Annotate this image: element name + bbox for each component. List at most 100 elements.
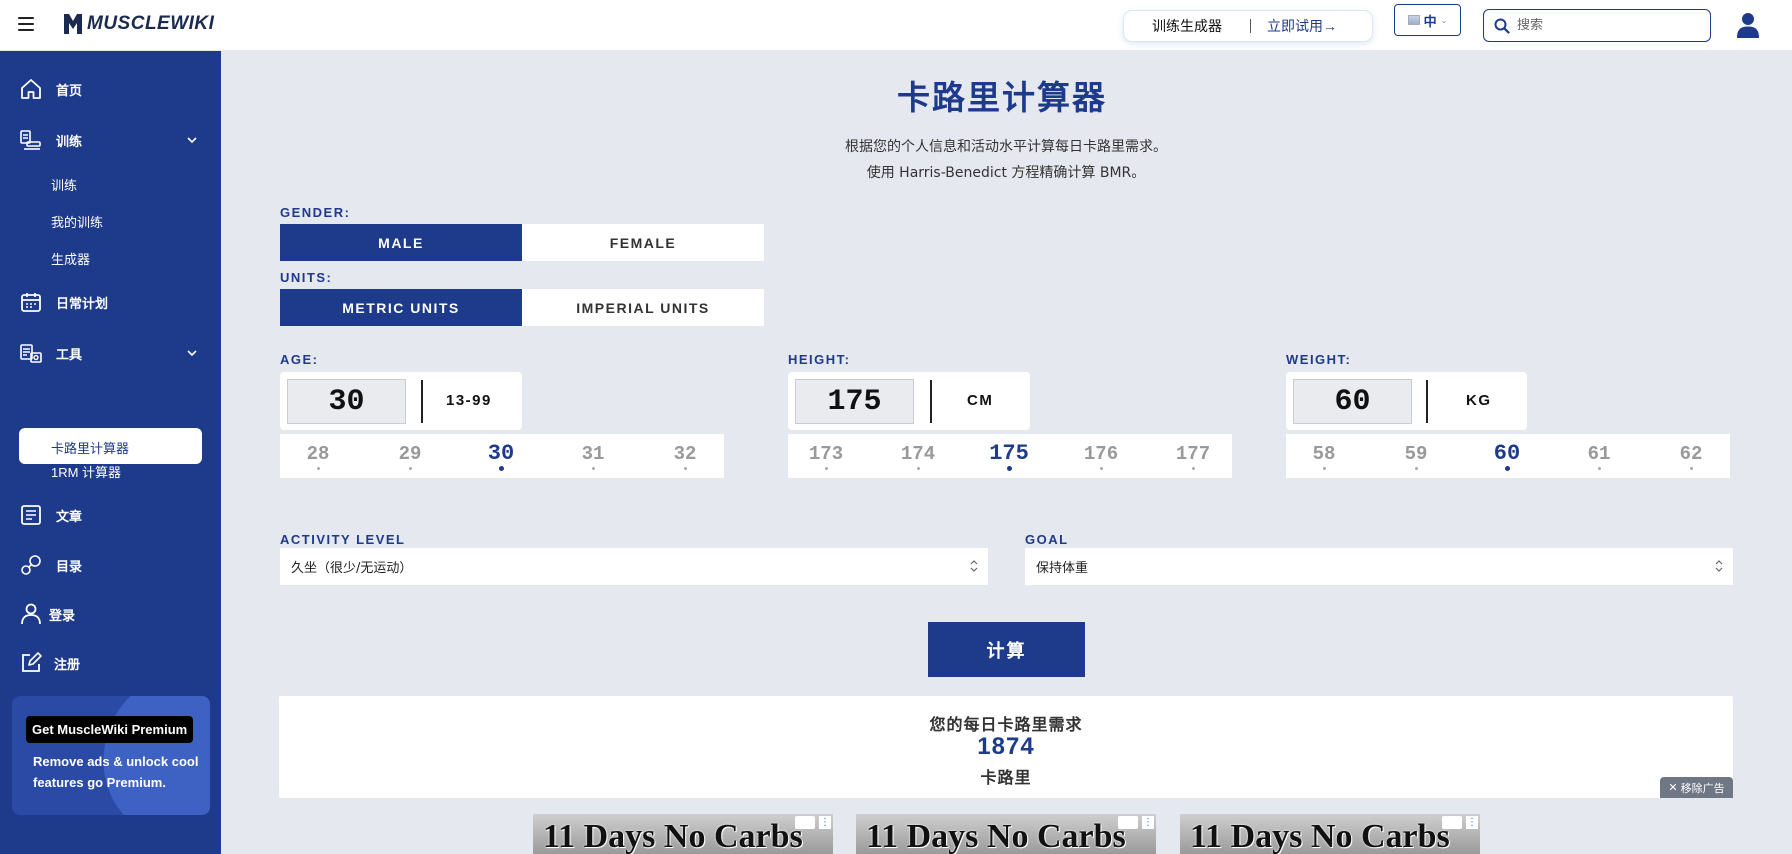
sidebar-subitem-1rm-calculator[interactable]: 1RM 计算器 bbox=[51, 462, 121, 481]
ad-banner[interactable]: 11 Days No Carbs ⋮ bbox=[533, 814, 833, 854]
more-options-icon[interactable]: ⋮ bbox=[1142, 816, 1154, 829]
calculate-button[interactable]: 计算 bbox=[928, 622, 1085, 677]
activity-level-select[interactable]: 久坐（很少/无运动） bbox=[280, 548, 988, 585]
select-arrows-icon bbox=[970, 560, 978, 572]
gender-female-button[interactable]: FEMALE bbox=[522, 224, 764, 261]
gender-label: GENDER: bbox=[280, 205, 351, 220]
ruler-tick-label[interactable]: 173 bbox=[796, 443, 856, 465]
metric-units-button[interactable]: METRIC UNITS bbox=[280, 289, 522, 326]
gender-male-button[interactable]: MALE bbox=[280, 224, 522, 261]
ruler-tick-label[interactable]: 61 bbox=[1569, 443, 1629, 465]
ruler-tick-label[interactable]: 31 bbox=[563, 443, 623, 465]
remove-ad-button[interactable]: ✕ 移除广告 bbox=[1660, 777, 1733, 798]
generator-label[interactable]: 训练生成器 bbox=[1152, 16, 1222, 36]
ruler-tick-label[interactable]: 59 bbox=[1386, 443, 1446, 465]
sidebar-item-tools[interactable]: 工具 bbox=[0, 341, 221, 365]
logo[interactable]: MUSCLEWIKI bbox=[62, 12, 214, 36]
weight-input-card: 60 KG bbox=[1286, 372, 1527, 430]
goal-select[interactable]: 保持体重 bbox=[1025, 548, 1733, 585]
sidebar-item-register[interactable]: 注册 bbox=[0, 651, 221, 675]
search-icon bbox=[1494, 18, 1510, 34]
page-subtitle-2: 使用 Harris-Benedict 方程精确计算 BMR。 bbox=[866, 165, 1146, 181]
ruler-tick-label[interactable]: 28 bbox=[288, 443, 348, 465]
age-value-input[interactable]: 30 bbox=[287, 379, 406, 424]
ruler-dot bbox=[1598, 467, 1601, 470]
sidebar-item-label: 首页 bbox=[56, 82, 83, 98]
sidebar-item-login[interactable]: 登录 bbox=[0, 602, 221, 626]
ruler-tick-label[interactable]: 62 bbox=[1661, 443, 1721, 465]
ad-banner[interactable]: 11 Days No Carbs ⋮ bbox=[856, 814, 1156, 854]
directory-icon bbox=[21, 555, 41, 575]
premium-badge[interactable]: Get MuscleWiki Premium bbox=[26, 716, 194, 743]
weight-value-input[interactable]: 60 bbox=[1293, 379, 1412, 424]
ad-banner[interactable]: 11 Days No Carbs ⋮ bbox=[1180, 814, 1480, 854]
sidebar-item-label: 注册 bbox=[54, 656, 81, 672]
age-ruler-slider[interactable]: 28 29 30 31 32 bbox=[280, 434, 724, 478]
height-unit-label: CM bbox=[967, 392, 994, 409]
search-input[interactable] bbox=[1517, 18, 1687, 33]
sidebar-subitem-generator[interactable]: 生成器 bbox=[51, 249, 90, 268]
hamburger-menu-icon[interactable] bbox=[18, 17, 34, 31]
age-range-label: 13-99 bbox=[446, 392, 492, 409]
try-now-link[interactable]: 立即试用→ bbox=[1267, 16, 1337, 36]
select-arrows-icon bbox=[1715, 560, 1723, 572]
flag-icon bbox=[1407, 15, 1420, 25]
imperial-units-button[interactable]: IMPERIAL UNITS bbox=[522, 289, 764, 326]
sidebar-item-directory[interactable]: 目录 bbox=[0, 553, 221, 577]
ruler-dot bbox=[317, 467, 320, 470]
ruler-tick-selected[interactable]: 175 bbox=[979, 441, 1039, 466]
ruler-tick-label[interactable]: 29 bbox=[380, 443, 440, 465]
sidebar-item-training[interactable]: 训练 bbox=[0, 128, 221, 152]
divider bbox=[1426, 380, 1428, 423]
ruler-tick-label[interactable]: 32 bbox=[655, 443, 715, 465]
close-icon: ✕ bbox=[1668, 781, 1678, 794]
sidebar-item-articles[interactable]: 文章 bbox=[0, 503, 221, 527]
sidebar-subitem-training[interactable]: 训练 bbox=[51, 175, 77, 194]
ruler-tick-label[interactable]: 58 bbox=[1294, 443, 1354, 465]
sidebar-item-home[interactable]: 首页 bbox=[0, 77, 221, 101]
ad-text: 11 Days No Carbs bbox=[1190, 818, 1450, 854]
ruler-dot bbox=[1100, 467, 1103, 470]
divider bbox=[421, 380, 423, 423]
sidebar-item-label: 工具 bbox=[56, 346, 83, 362]
ruler-dot bbox=[825, 467, 828, 470]
chevron-down-icon[interactable] bbox=[186, 347, 198, 359]
sidebar-item-daily-plan[interactable]: 日常计划 bbox=[0, 290, 221, 314]
weight-ruler-slider[interactable]: 58 59 60 61 62 bbox=[1286, 434, 1730, 478]
more-options-icon[interactable]: ⋮ bbox=[819, 816, 831, 829]
ruler-tick-label[interactable]: 176 bbox=[1071, 443, 1131, 465]
search-box[interactable] bbox=[1483, 9, 1711, 42]
edit-icon bbox=[22, 652, 42, 672]
ruler-tick-selected[interactable]: 30 bbox=[471, 441, 531, 466]
premium-promo[interactable]: Get MuscleWiki Premium Remove ads & unlo… bbox=[12, 696, 210, 815]
user-account-icon[interactable] bbox=[1736, 12, 1760, 38]
sidebar-subitem-my-training[interactable]: 我的训练 bbox=[51, 212, 103, 231]
result-title: 您的每日卡路里需求 bbox=[929, 715, 1083, 734]
user-icon bbox=[21, 603, 41, 625]
chevron-down-icon: ⌄ bbox=[1440, 15, 1448, 25]
height-ruler-slider[interactable]: 173 174 175 176 177 bbox=[788, 434, 1232, 478]
more-options-icon[interactable]: ⋮ bbox=[1466, 816, 1478, 829]
ruler-dot-selected bbox=[1505, 466, 1510, 471]
divider bbox=[930, 380, 932, 423]
ruler-tick-label[interactable]: 174 bbox=[888, 443, 948, 465]
ruler-tick-label[interactable]: 177 bbox=[1163, 443, 1223, 465]
ruler-tick-selected[interactable]: 60 bbox=[1477, 441, 1537, 466]
ruler-dot bbox=[1323, 467, 1326, 470]
ruler-dot bbox=[1192, 467, 1195, 470]
ad-text: 11 Days No Carbs bbox=[866, 818, 1126, 854]
language-selector[interactable]: 中 ⌄ bbox=[1394, 4, 1461, 36]
generator-promo[interactable]: 训练生成器 立即试用→ bbox=[1124, 11, 1372, 41]
language-label: 中 bbox=[1423, 13, 1437, 29]
sidebar-item-label: 文章 bbox=[56, 508, 83, 524]
musclewiki-logo-icon bbox=[64, 14, 82, 34]
adchoices-icon[interactable] bbox=[1118, 816, 1138, 829]
weight-label: WEIGHT: bbox=[1286, 352, 1352, 367]
adchoices-icon[interactable] bbox=[795, 816, 815, 829]
logo-text: MUSCLEWIKI bbox=[87, 13, 215, 34]
ruler-dot bbox=[684, 467, 687, 470]
sidebar-subitem-macro-calculator[interactable]: 宏量营养素计算器 bbox=[51, 425, 155, 444]
height-value-input[interactable]: 175 bbox=[795, 379, 914, 424]
adchoices-icon[interactable] bbox=[1442, 816, 1462, 829]
chevron-down-icon[interactable] bbox=[186, 134, 198, 146]
